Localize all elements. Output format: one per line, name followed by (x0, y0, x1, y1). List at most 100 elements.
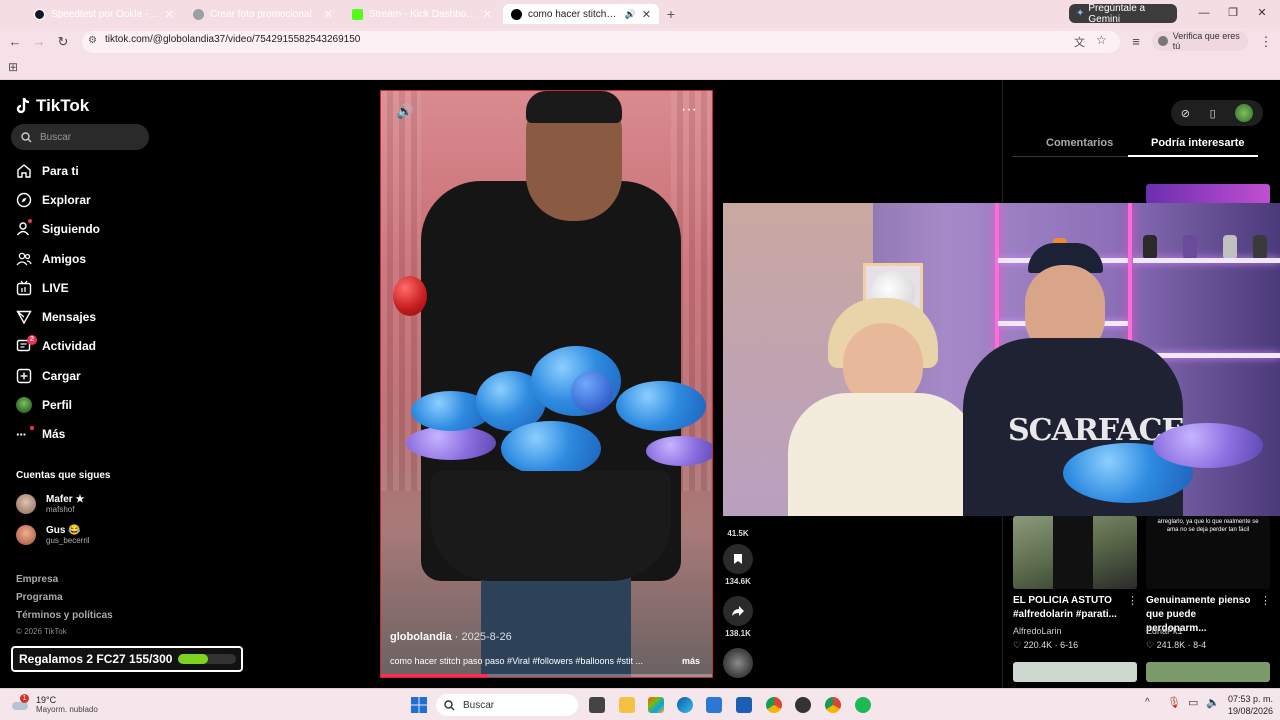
footer-link-programa[interactable]: Programa (16, 592, 63, 603)
compass-icon[interactable]: ⊘ (1181, 107, 1190, 120)
phone-icon[interactable]: ▯ (1210, 107, 1216, 120)
sidebar-item-mas[interactable]: ··· Más (0, 420, 180, 449)
search-placeholder: Buscar (40, 131, 72, 143)
recommended-author[interactable]: AlfredoLarin (1013, 626, 1062, 636)
sidebar-item-actividad[interactable]: 2 Actividad (0, 332, 180, 361)
edge-icon[interactable] (677, 697, 693, 713)
apps-grid-icon[interactable]: ⊞ (8, 60, 18, 74)
weather-widget[interactable]: 1 19°C Mayorm. nublado (12, 693, 98, 714)
network-icon[interactable]: ▭ (1188, 696, 1198, 709)
account-username: gus_becerril (46, 536, 90, 545)
sidebar-item-cargar[interactable]: Cargar (0, 361, 180, 390)
windows-start-icon[interactable] (411, 697, 427, 713)
sparkle-icon: ✦ (1076, 8, 1085, 19)
like-action[interactable]: 41.5K (722, 526, 754, 538)
chrome-icon-active[interactable] (825, 697, 841, 713)
tray-chevron-icon[interactable]: ^ (1145, 697, 1150, 708)
search-input[interactable]: Buscar (11, 124, 149, 150)
app-icon[interactable] (736, 697, 752, 713)
app-icon[interactable] (795, 697, 811, 713)
sidebar-item-live[interactable]: LIVE (0, 273, 180, 302)
card-menu-icon[interactable]: ⋮ (1260, 594, 1271, 607)
tab-podria-interesarte[interactable]: Podría interesarte (1151, 137, 1245, 149)
nav-label: Siguiendo (42, 222, 100, 237)
task-view-icon[interactable] (589, 697, 605, 713)
video-author-line[interactable]: globolandia · 2025-8-26 (390, 631, 512, 643)
sidebar-item-siguiendo[interactable]: Siguiendo (0, 215, 180, 244)
tab-comentarios[interactable]: Comentarios (1046, 137, 1113, 149)
kick-icon (352, 8, 363, 20)
recommended-thumb-top[interactable] (1146, 184, 1270, 204)
recommended-thumb[interactable] (1013, 516, 1137, 589)
following-account[interactable]: Mafer ★ mafshof (16, 494, 84, 514)
sidebar-item-para-ti[interactable]: Para ti (0, 156, 180, 185)
minimize-button[interactable]: — (1194, 5, 1214, 21)
microphone-icon[interactable]: 🎙 (1167, 696, 1181, 709)
chrome-icon[interactable] (766, 697, 782, 713)
clock[interactable]: 07:53 p. m. 19/08/2026 (1228, 693, 1273, 717)
window-close-button[interactable]: ✕ (1252, 5, 1272, 21)
tab-tiktok[interactable]: como hacer stitch paso par 🔊 ✕ (503, 4, 659, 24)
footer-link-empresa[interactable]: Empresa (16, 574, 58, 585)
close-icon[interactable]: ✕ (165, 8, 174, 21)
tab-speedtest[interactable]: Speedtest por Ookla - La prueb ✕ (26, 4, 182, 24)
card-menu-icon[interactable]: ⋮ (1127, 594, 1138, 607)
forward-button[interactable]: → (31, 34, 47, 50)
stream-camera-overlay[interactable]: SCARFACE (723, 203, 1280, 516)
volume-icon[interactable]: 🔈 (1206, 696, 1220, 709)
new-tab-button[interactable]: + (663, 6, 679, 22)
caption-more-button[interactable]: más (682, 656, 700, 666)
reading-list-icon[interactable]: ≡ (1128, 34, 1144, 50)
share-action[interactable]: 138.1K (722, 596, 754, 638)
reload-button[interactable]: ↻ (55, 34, 71, 50)
footer-link-terminos[interactable]: Términos y políticas (16, 610, 113, 621)
back-button[interactable]: ← (7, 34, 23, 50)
verify-button[interactable]: Verifica que eres tú (1152, 31, 1248, 51)
audio-icon[interactable]: 🔊 (625, 9, 636, 20)
nav-label: LIVE (42, 280, 69, 295)
store-icon[interactable] (706, 697, 722, 713)
video-player[interactable]: 🔊 ··· globolandia · 2025-8-26 como hacer… (380, 90, 713, 678)
copilot-icon[interactable] (648, 697, 664, 713)
music-disc[interactable] (722, 648, 754, 678)
search-icon (444, 699, 455, 710)
nav-label: Mensajes (42, 310, 97, 325)
close-icon[interactable]: ✕ (324, 8, 333, 21)
close-icon[interactable]: ✕ (483, 8, 492, 21)
recommended-author[interactable]: EdnaPk1 (1146, 626, 1183, 636)
star-icon[interactable]: ☆ (1096, 33, 1107, 47)
blue-balloon-center (571, 371, 613, 413)
sidebar-item-mensajes[interactable]: Mensajes (0, 302, 180, 331)
following-account[interactable]: Gus 😂 gus_becerril (16, 525, 90, 545)
more-options-icon[interactable]: ··· (681, 101, 697, 119)
video-progress-bar[interactable] (381, 674, 712, 677)
site-info-icon[interactable]: ⚙ (88, 35, 97, 46)
tab-promo[interactable]: Crear foto promocional ✕ (185, 4, 341, 24)
translate-icon[interactable]: 文 (1074, 34, 1085, 50)
sidebar-item-perfil[interactable]: Perfil (0, 390, 180, 419)
recommended-title[interactable]: EL POLICIA ASTUTO #alfredolarin #parati.… (1013, 594, 1125, 622)
recommended-thumb[interactable] (1146, 662, 1270, 682)
bookmark-action[interactable]: 134.6K (722, 544, 754, 586)
active-tab-indicator (1128, 155, 1258, 157)
following-icon (16, 222, 30, 236)
tab-kick[interactable]: Stream - Kick Dashboard ✕ (344, 4, 500, 24)
sidebar-item-explorar[interactable]: Explorar (0, 185, 180, 214)
recommended-thumb[interactable] (1013, 662, 1137, 682)
sidebar-item-amigos[interactable]: Amigos (0, 244, 180, 273)
avatar[interactable] (1235, 104, 1254, 122)
tiktok-logo[interactable]: TikTok (16, 96, 89, 116)
bookmarks-bar: ⊞ (0, 56, 1280, 80)
gemini-button[interactable]: ✦ Pregúntale a Gemini (1069, 3, 1177, 25)
compass-icon (16, 192, 32, 208)
spotify-icon[interactable] (855, 697, 871, 713)
browser-menu-icon[interactable]: ⋮ (1258, 34, 1274, 50)
restore-button[interactable]: ❐ (1223, 5, 1243, 21)
file-explorer-icon[interactable] (619, 697, 635, 713)
recommended-thumb[interactable]: arreglarlo, ya que lo que realmente se a… (1146, 516, 1270, 589)
close-icon[interactable]: ✕ (642, 8, 651, 21)
volume-icon[interactable]: 🔊 (396, 103, 413, 120)
taskbar-search-label: Buscar (463, 699, 495, 711)
user-icon (1158, 36, 1168, 46)
taskbar-search[interactable]: Buscar (436, 694, 578, 716)
